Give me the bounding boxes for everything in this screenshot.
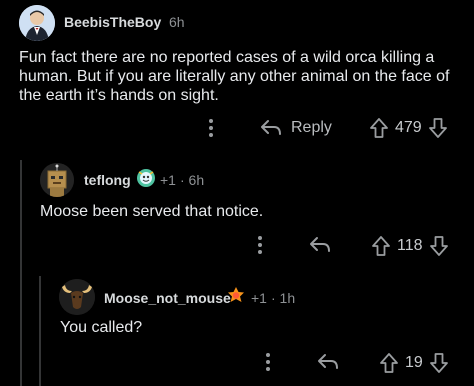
comment-timestamp: 6h <box>169 14 185 30</box>
downvote-icon[interactable] <box>429 352 449 374</box>
reply-icon[interactable] <box>309 236 331 254</box>
reply-icon <box>260 119 282 137</box>
vote-count: 19 <box>405 354 423 371</box>
upvote-icon[interactable] <box>369 117 389 139</box>
tuxedo-avatar-icon <box>19 5 55 41</box>
comment-timestamp: · 6h <box>180 172 205 188</box>
moose-avatar-icon <box>59 279 95 315</box>
award-icon[interactable] <box>136 168 156 188</box>
comment-body: Moose been served that notice. <box>40 203 264 220</box>
upvote-icon[interactable] <box>379 352 399 374</box>
more-options-icon[interactable] <box>205 118 217 138</box>
more-options-icon[interactable] <box>262 352 274 372</box>
vote-controls: 19 <box>379 351 449 375</box>
comment-username[interactable]: Moose_not_mouse <box>104 290 231 306</box>
reply-icon[interactable] <box>317 353 339 371</box>
more-options-icon[interactable] <box>254 235 266 255</box>
upvote-icon[interactable] <box>371 235 391 257</box>
thread-line[interactable] <box>39 276 41 386</box>
thread-line[interactable] <box>20 160 22 386</box>
downvote-icon[interactable] <box>428 117 448 139</box>
downvote-icon[interactable] <box>429 235 449 257</box>
user-avatar[interactable] <box>59 279 95 315</box>
reply-label: Reply <box>291 119 332 136</box>
award-count: +1 <box>251 290 267 306</box>
comment-body-line: the earth it’s hands on sight. <box>19 87 219 104</box>
comment-timestamp: · 1h <box>271 290 296 306</box>
user-avatar[interactable] <box>19 5 55 41</box>
comment-body-line: Fun fact there are no reported cases of … <box>19 49 435 66</box>
comment-body: Fun fact there are no reported cases of … <box>19 48 449 105</box>
box-robot-avatar-icon <box>40 163 74 197</box>
vote-count: 118 <box>397 237 423 254</box>
vote-controls: 118 <box>371 234 449 258</box>
user-avatar[interactable] <box>40 163 74 197</box>
vote-controls: 479 <box>369 116 448 140</box>
comment-username[interactable]: BeebisTheBoy <box>64 14 161 30</box>
reply-button[interactable]: Reply <box>260 117 332 139</box>
comment-body-line: human. But if you are literally any othe… <box>19 68 450 85</box>
comment-username[interactable]: teflong <box>84 172 131 188</box>
award-icon[interactable] <box>226 286 246 306</box>
award-count: +1 <box>160 172 176 188</box>
vote-count: 479 <box>395 119 422 136</box>
comment-body: You called? <box>60 319 143 336</box>
